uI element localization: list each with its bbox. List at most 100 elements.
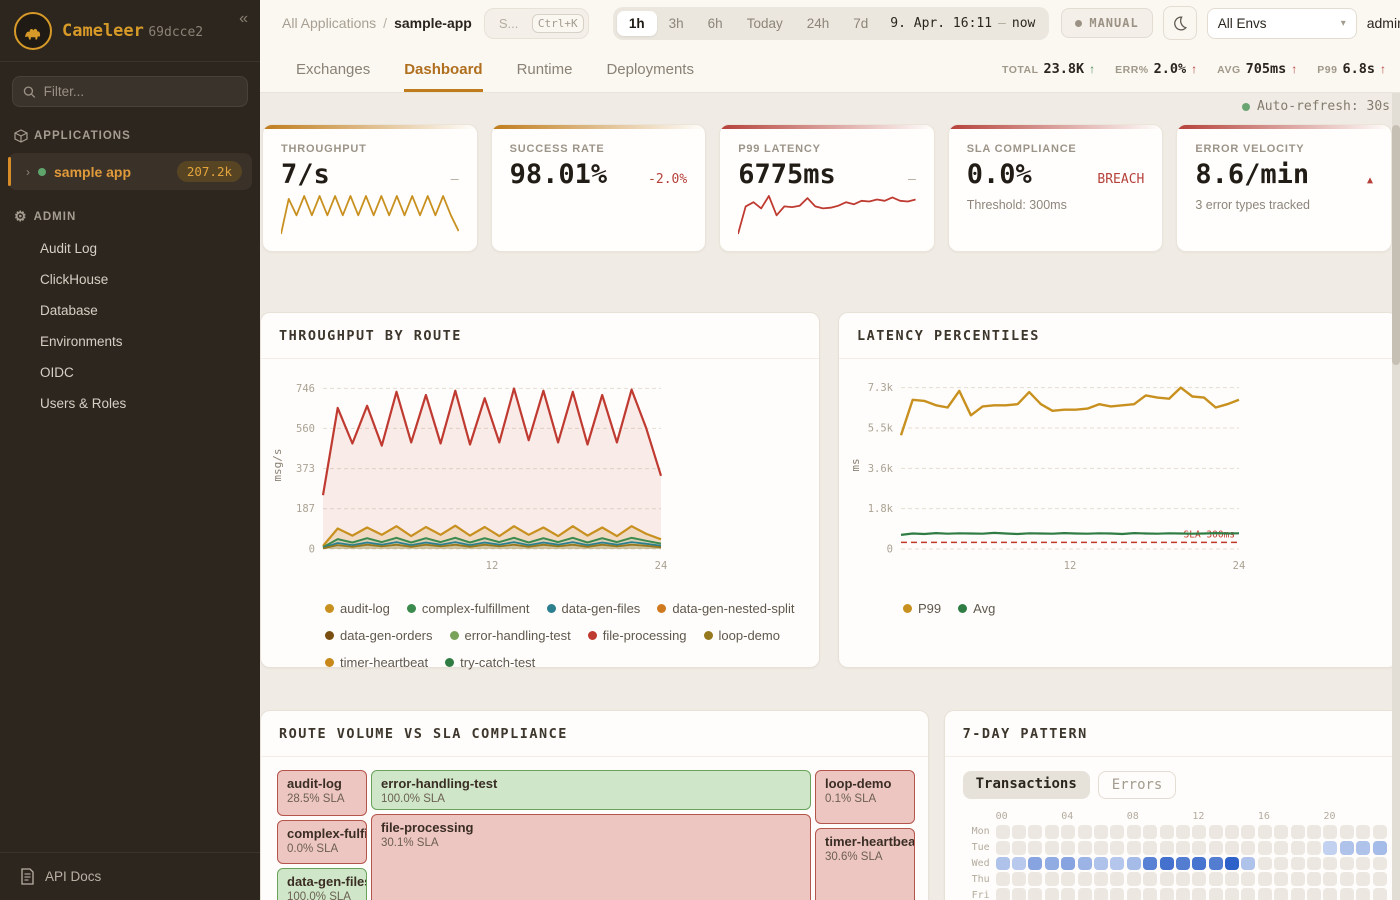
kpi-label: SLA COMPLIANCE	[967, 143, 1145, 155]
legend-item-data-gen-nested-split[interactable]: data-gen-nested-split	[657, 601, 794, 616]
heatmap-cell	[1373, 888, 1387, 900]
legend-item-p99[interactable]: P99	[903, 601, 941, 616]
heatmap-cell	[1192, 857, 1206, 871]
toggle-transactions[interactable]: Transactions	[963, 771, 1090, 799]
heatmap-cell	[1307, 888, 1321, 900]
time-range-today[interactable]: Today	[735, 11, 795, 36]
time-range-3h[interactable]: 3h	[657, 11, 696, 36]
tab-dashboard[interactable]: Dashboard	[404, 46, 482, 92]
heatmap-cell	[1061, 888, 1075, 900]
brand-block: Cameleer 69dcce2	[62, 21, 203, 41]
toggle-errors[interactable]: Errors	[1098, 771, 1177, 799]
heatmap-cell	[1094, 825, 1108, 839]
theme-toggle-button[interactable]	[1163, 6, 1197, 40]
sidebar-item-oidc[interactable]: OIDC	[0, 357, 260, 388]
time-range-1h[interactable]: 1h	[617, 11, 657, 36]
search-icon	[23, 85, 36, 99]
heatmap-cell	[1241, 857, 1255, 871]
time-range-7d[interactable]: 7d	[841, 11, 880, 36]
filter-box[interactable]	[12, 76, 248, 107]
env-select[interactable]: All Envs ▾	[1207, 8, 1357, 39]
global-search-box[interactable]: Ctrl+K	[484, 8, 589, 39]
tab-exchanges[interactable]: Exchanges	[296, 46, 370, 92]
kpi-row: THROUGHPUT7/s–SUCCESS RATE98.01%-2.0%P99…	[260, 120, 1400, 252]
legend-item-file-processing[interactable]: file-processing	[588, 628, 687, 643]
scrollbar-track[interactable]	[1392, 93, 1400, 900]
heatmap-cell	[1323, 872, 1337, 886]
legend-item-audit-log[interactable]: audit-log	[325, 601, 390, 616]
treemap-cell-complex-fulfil[interactable]: complex-fulfil...0.0% SLA	[277, 820, 367, 864]
heatmap-cell	[1274, 888, 1288, 900]
heatmap-cell	[1340, 888, 1354, 900]
treemap-cell-error-handling-test[interactable]: error-handling-test100.0% SLA	[371, 770, 811, 810]
sidebar-item-database[interactable]: Database	[0, 295, 260, 326]
manual-refresh-button[interactable]: MANUAL	[1061, 8, 1152, 38]
treemap-cell-data-gen-files[interactable]: data-gen-files100.0% SLA	[277, 868, 367, 900]
legend-dot-icon	[657, 604, 666, 613]
heatmap-cell	[1356, 841, 1370, 855]
kpi-delta: BREACH	[1097, 172, 1144, 187]
tab-deployments[interactable]: Deployments	[606, 46, 694, 92]
legend-item-loop-demo[interactable]: loop-demo	[704, 628, 780, 643]
hour-label	[1225, 811, 1241, 822]
kpi-card-sla-compliance: SLA COMPLIANCE0.0%BREACHThreshold: 300ms	[948, 124, 1164, 252]
heatmap-cell	[996, 857, 1010, 871]
breadcrumb-all-applications[interactable]: All Applications	[282, 15, 376, 31]
legend-item-avg[interactable]: Avg	[958, 601, 995, 616]
heatmap-cell	[1012, 857, 1026, 871]
sidebar-collapse-icon[interactable]: «	[239, 10, 248, 28]
treemap-cell-timer-heartbeat[interactable]: timer-heartbeat30.6% SLA	[815, 828, 915, 900]
legend-item-complex-fulfillment[interactable]: complex-fulfillment	[407, 601, 530, 616]
stat-err: ERR%2.0%↑	[1115, 61, 1197, 77]
heatmap-cell	[1323, 857, 1337, 871]
svg-text:12: 12	[486, 560, 499, 572]
time-range-24h[interactable]: 24h	[795, 11, 842, 36]
hour-label	[1094, 811, 1110, 822]
app-root: Cameleer 69dcce2 « APPLICATIONS › sample…	[0, 0, 1400, 900]
search-shortcut-kbd: Ctrl+K	[532, 14, 584, 33]
scrollbar-thumb[interactable]	[1392, 125, 1400, 365]
chevron-right-icon[interactable]: ›	[26, 165, 30, 179]
tab-runtime[interactable]: Runtime	[517, 46, 573, 92]
legend-item-error-handling-test[interactable]: error-handling-test	[450, 628, 571, 643]
app-name: sample app	[54, 164, 169, 180]
treemap-cell-file-processing[interactable]: file-processing30.1% SLA	[371, 814, 811, 900]
sidebar-item-environments[interactable]: Environments	[0, 326, 260, 357]
heatmap-cell	[1323, 841, 1337, 855]
heatmap-cell	[1078, 825, 1092, 839]
kpi-value-row: 7/s–	[281, 159, 459, 190]
sidebar-item-api-docs[interactable]: API Docs	[0, 852, 260, 900]
heatmap-cell	[1143, 857, 1157, 871]
heatmap-cell	[1143, 888, 1157, 900]
panel-title: ROUTE VOLUME VS SLA COMPLIANCE	[279, 726, 568, 742]
sidebar-item-sample-app[interactable]: › sample app 207.2k	[8, 153, 252, 190]
svg-text:187: 187	[296, 503, 315, 515]
heatmap-cell	[1274, 841, 1288, 855]
global-search-input[interactable]	[499, 16, 525, 31]
hour-label	[1340, 811, 1356, 822]
kpi-delta: ▲	[1367, 175, 1373, 186]
treemap-cell-audit-log[interactable]: audit-log28.5% SLA	[277, 770, 367, 816]
treemap-cell-loop-demo[interactable]: loop-demo0.1% SLA	[815, 770, 915, 824]
heatmap-cell	[1061, 872, 1075, 886]
filter-input[interactable]	[44, 84, 237, 99]
time-range-custom[interactable]: 9. Apr. 16:11—now	[880, 16, 1045, 31]
heatmap-cell	[1094, 841, 1108, 855]
svg-text:0: 0	[309, 544, 315, 556]
sidebar-item-clickhouse[interactable]: ClickHouse	[0, 264, 260, 295]
panel-route-volume-sla: ROUTE VOLUME VS SLA COMPLIANCE audit-log…	[260, 710, 929, 900]
legend-item-data-gen-orders[interactable]: data-gen-orders	[325, 628, 433, 643]
legend-item-try-catch-test[interactable]: try-catch-test	[445, 655, 535, 670]
time-range-6h[interactable]: 6h	[696, 11, 735, 36]
svg-text:msg/s: msg/s	[271, 448, 284, 481]
heatmap-cell	[996, 825, 1010, 839]
heatmap-cell	[1127, 888, 1141, 900]
heatmap-cell	[1110, 857, 1124, 871]
sidebar-item-users-roles[interactable]: Users & Roles	[0, 388, 260, 419]
legend-item-data-gen-files[interactable]: data-gen-files	[547, 601, 641, 616]
admin-section-header: ⚙ ADMIN	[0, 192, 260, 233]
heatmap-cell	[1192, 872, 1206, 886]
sidebar-item-audit-log[interactable]: Audit Log	[0, 233, 260, 264]
legend-item-timer-heartbeat[interactable]: timer-heartbeat	[325, 655, 428, 670]
tabbar: ExchangesDashboardRuntimeDeployments TOT…	[260, 46, 1400, 93]
